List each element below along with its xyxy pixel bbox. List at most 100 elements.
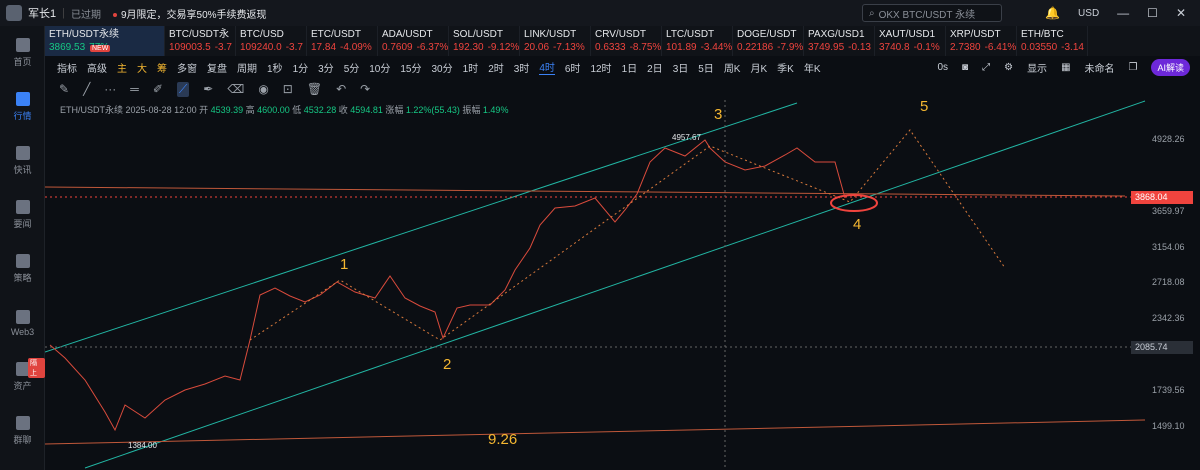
ticker-name: CRV/USDT xyxy=(595,29,646,40)
toolbar-item[interactable]: 月K xyxy=(750,60,767,75)
toolbar-item[interactable]: 复盘 xyxy=(207,60,227,75)
grid-icon[interactable]: ▦ xyxy=(1061,62,1070,73)
bell-icon[interactable]: 🔔 xyxy=(1045,6,1060,20)
expand-icon[interactable]: ⤢ xyxy=(982,62,990,73)
pencil-icon[interactable]: ✎ xyxy=(59,82,69,96)
channel-tool-icon[interactable]: ⟋ xyxy=(176,81,190,97)
toolbar-item[interactable]: 3分 xyxy=(318,60,334,75)
sidebar-item-chat[interactable]: 群聊 xyxy=(0,404,45,458)
hline-icon[interactable]: ═ xyxy=(130,82,139,96)
price-line xyxy=(49,139,846,432)
sidebar-item-assets[interactable]: 隔上 资产 xyxy=(0,350,45,404)
ticker-6[interactable]: LINK/USDT 20.06 -7.13% xyxy=(520,26,591,56)
toolbar-gold-item[interactable]: 大 xyxy=(137,60,147,75)
toolbar-item[interactable]: 高级 xyxy=(87,60,107,75)
toolbar-item[interactable]: 多窗 xyxy=(177,60,197,75)
sidebar-item-market[interactable]: 行情 xyxy=(0,80,45,134)
currency-select[interactable]: USD xyxy=(1078,8,1099,19)
y-tick-label: 2718.08 xyxy=(1152,277,1185,287)
line-icon[interactable]: ╱ xyxy=(83,82,90,96)
lock-icon[interactable]: ⊡ xyxy=(283,82,293,96)
toolbar-item[interactable]: 3时 xyxy=(514,60,530,75)
y-tick-label: 1499.10 xyxy=(1152,421,1185,431)
delete-icon[interactable]: 🗑 xyxy=(307,82,322,96)
ticker-3[interactable]: ETC/USDT 17.84 -4.09% xyxy=(307,26,378,56)
ticker-7[interactable]: CRV/USDT 0.6333 -8.75% xyxy=(591,26,662,56)
toolbar-item[interactable]: 10分 xyxy=(369,60,390,75)
maximize-icon[interactable]: ☐ xyxy=(1147,6,1158,20)
ticker-price: 109240.0 -3.7 xyxy=(240,42,303,53)
avatar[interactable] xyxy=(6,5,22,21)
ticker-11[interactable]: XAUT/USD1 3740.8 -0.1% xyxy=(875,26,946,56)
membership-status[interactable]: 已过期 xyxy=(71,6,101,21)
sidebar-item-label: 策略 xyxy=(13,273,32,283)
toolbar-gold-item[interactable]: 筹 xyxy=(157,60,167,75)
ai-analysis-button[interactable]: AI解读 xyxy=(1151,58,1190,76)
toolbar-item[interactable]: 2日 xyxy=(647,60,663,75)
brush-icon[interactable]: ✐ xyxy=(153,82,163,96)
settings-icon[interactable]: ⚙ xyxy=(1004,62,1013,73)
sidebar-item-home[interactable]: 首页 xyxy=(0,26,45,80)
ticker-0[interactable]: ETH/USDT永续3869.5377%NEW xyxy=(45,26,165,56)
ticker-10[interactable]: PAXG/USD1 3749.95 -0.13 xyxy=(804,26,875,56)
toolbar-item[interactable]: 指标 xyxy=(57,60,77,75)
eraser-icon[interactable]: ⌫ xyxy=(227,82,244,96)
toolbar-item[interactable]: 12时 xyxy=(590,60,611,75)
high-price-label: 4957.67 xyxy=(672,133,701,142)
toolbar-item[interactable]: 15分 xyxy=(400,60,421,75)
toolbar-item[interactable]: 5日 xyxy=(698,60,714,75)
toolbar-item[interactable]: 1秒 xyxy=(267,60,283,75)
close-icon[interactable]: ✕ xyxy=(1176,6,1186,20)
toolbar-item[interactable]: 30分 xyxy=(432,60,453,75)
toolbar-item[interactable]: 2时 xyxy=(488,60,504,75)
user-name[interactable]: 军长1 xyxy=(28,5,56,21)
sidebar-item-flash[interactable]: 快讯 xyxy=(0,134,45,188)
ticker-4[interactable]: ADA/USDT 0.7609 -6.37% xyxy=(378,26,449,56)
toolbar-item[interactable]: 季K xyxy=(777,60,794,75)
more-icon[interactable]: ··· xyxy=(104,82,116,96)
sidebar-item-news[interactable]: 要闻 xyxy=(0,188,45,242)
undo-icon[interactable]: ↶ xyxy=(336,82,346,96)
toolbar-item[interactable]: 周期 xyxy=(237,60,257,75)
toolbar-item[interactable]: 6时 xyxy=(565,60,581,75)
ticker-9[interactable]: DOGE/USDT 0.22186 -7.9% xyxy=(733,26,804,56)
search-icon: ⌕ xyxy=(869,7,875,19)
ticker-12[interactable]: XRP/USDT 2.7380 -6.41% xyxy=(946,26,1017,56)
toolbar-item[interactable]: 3日 xyxy=(673,60,689,75)
redo-icon[interactable]: ↷ xyxy=(360,82,370,96)
toolbar-item[interactable]: 5分 xyxy=(344,60,360,75)
ticker-2[interactable]: BTC/USD 109240.0 -3.7 xyxy=(236,26,307,56)
ticker-price: 0.22186 -7.9% xyxy=(737,42,804,53)
ticker-5[interactable]: SOL/USDT 192.30 -9.12% xyxy=(449,26,520,56)
minimize-icon[interactable]: — xyxy=(1117,6,1129,20)
wave4-circle xyxy=(830,194,878,212)
display-toggle[interactable]: 显示 xyxy=(1027,60,1047,75)
window-icon[interactable]: ❐ xyxy=(1129,62,1138,73)
toolbar-item[interactable]: 4时 xyxy=(539,59,555,75)
toolbar-item[interactable]: 1时 xyxy=(463,60,479,75)
toolbar-gold-item[interactable]: 主 xyxy=(117,60,127,75)
wave-label-4: 4 xyxy=(853,216,862,233)
toolbar-item[interactable]: 年K xyxy=(804,60,821,75)
toolbar-item[interactable]: 1日 xyxy=(622,60,638,75)
search-input[interactable]: ⌕ OKX BTC/USDT 永续 xyxy=(862,4,1002,22)
low-price-label: 1384.00 xyxy=(128,441,157,450)
layout-select[interactable]: 未命名 xyxy=(1085,60,1115,75)
price-chart[interactable] xyxy=(45,100,1200,470)
pen-icon[interactable]: ✒ xyxy=(203,82,213,96)
ticker-price: 17.84 -4.09% xyxy=(311,42,372,53)
wave-label-1: 1 xyxy=(340,256,349,273)
toolbar-item[interactable]: 1分 xyxy=(293,60,309,75)
eye-icon[interactable]: ◉ xyxy=(258,82,268,96)
toolbar-item[interactable]: 周K xyxy=(724,60,741,75)
channel-lower-line[interactable] xyxy=(84,100,1146,469)
ticker-13[interactable]: ETH/BTC 0.03550 -3.14 xyxy=(1017,26,1088,56)
y-tick-label: 4928.26 xyxy=(1152,134,1185,144)
camera-icon[interactable]: ◙ xyxy=(962,62,968,73)
ticker-8[interactable]: LTC/USDT 101.89 -3.44% xyxy=(662,26,733,56)
promo-notice[interactable]: 9月限定，交易享50%手续费返现 xyxy=(112,6,267,21)
sidebar-item-web3[interactable]: Web3 xyxy=(0,296,45,350)
sidebar-item-strategy[interactable]: 策略 xyxy=(0,242,45,296)
ticker-1[interactable]: BTC/USDT永 109003.5 -3.7 xyxy=(165,26,236,56)
ticker-price: 3749.95 -0.13 xyxy=(808,42,871,53)
